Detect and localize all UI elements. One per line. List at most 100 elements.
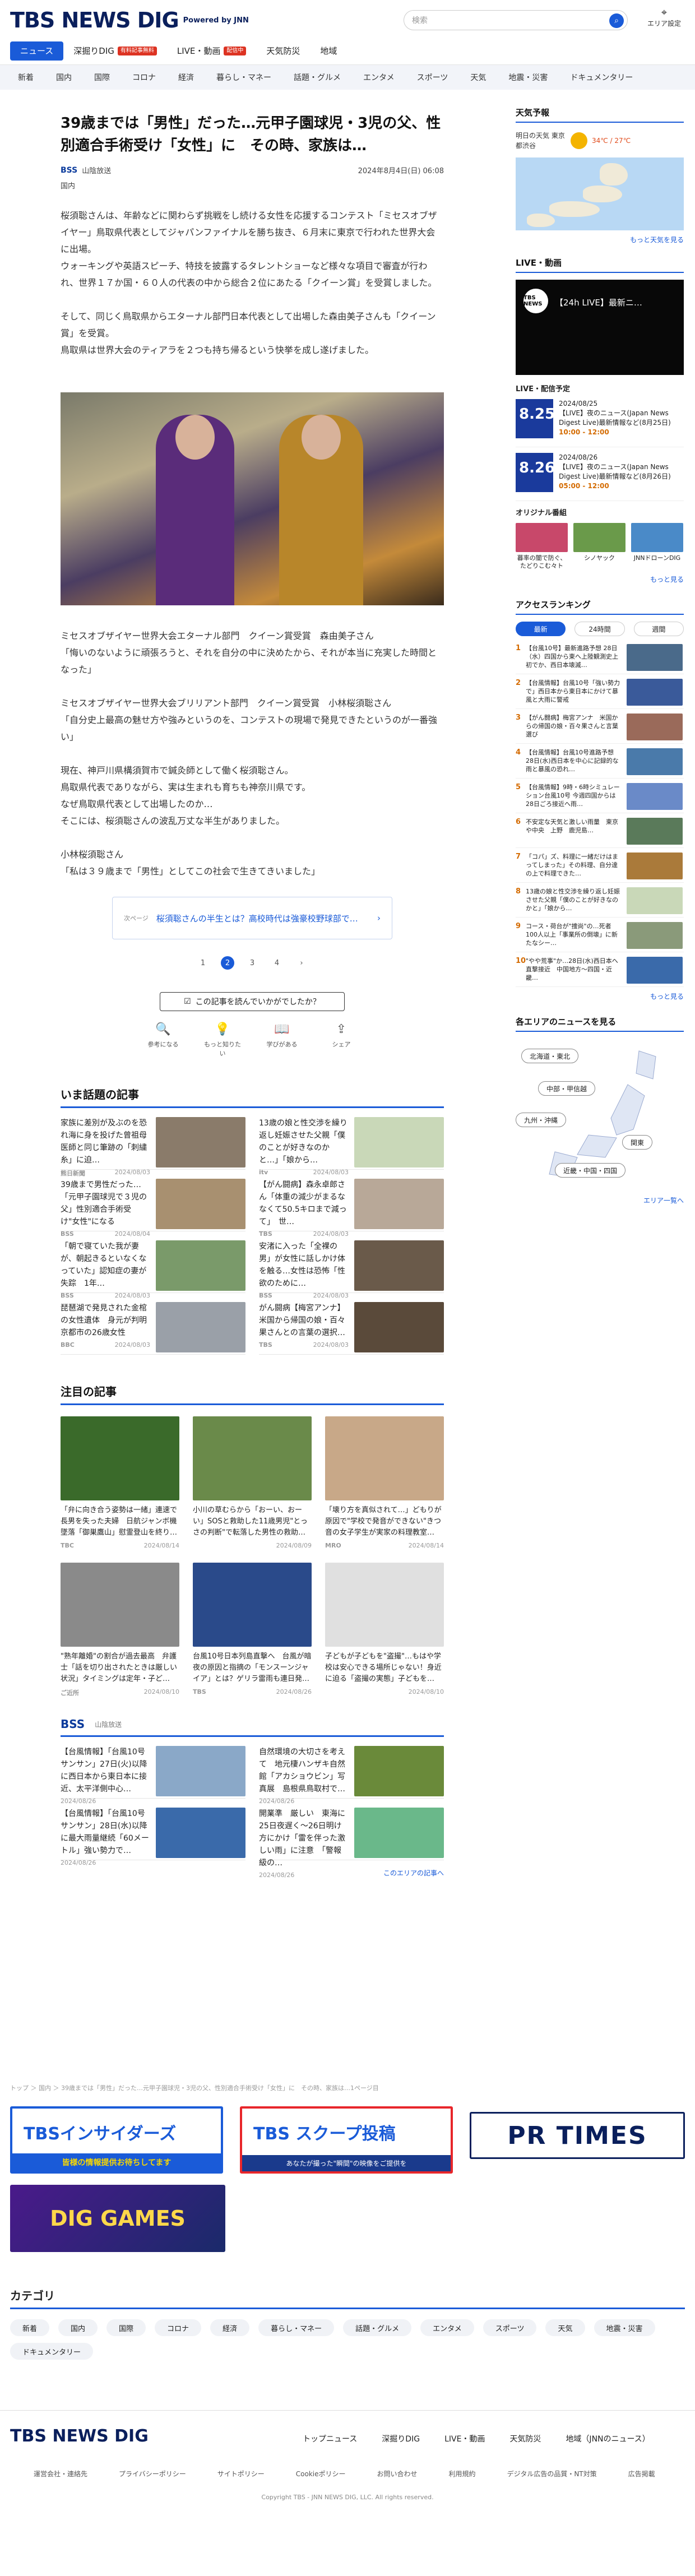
category-chip-10[interactable]: 地震・災害 <box>594 2319 655 2336</box>
footer-link-1[interactable]: 深掘りDIG <box>382 2433 420 2444</box>
ranking-tab-2[interactable]: 週間 <box>633 622 684 636</box>
feedback-button-1[interactable]: 💡 もっと知りたい <box>203 1022 242 1058</box>
bss-card[interactable]: 開業準 厳しい 東海に25日夜遅く～26日明け方にかけ「雷を伴った激しい雨」に注… <box>259 1799 444 1879</box>
ranking-item[interactable]: 8 13歳の娘と性交渉を繰り返し妊娠させた父親「僕のことが好きなのかと」「娘から… <box>516 883 684 918</box>
footer-sub-link-6[interactable]: デジタル広告の品質・NT対策 <box>507 2469 597 2478</box>
article-card[interactable]: 39歳まで男性だった…「元甲子園球児で３児の父」性別適合手術受け"女性"になる B… <box>61 1170 245 1238</box>
ranking-item[interactable]: 1 【台風10号】最新進路予想 28日（水）四国から東へ上陸観測史上初でか、西日本… <box>516 640 684 674</box>
area-button-2[interactable]: 九州・沖縄 <box>516 1113 567 1127</box>
category-link-5[interactable]: 暮らし・マネー <box>205 72 282 83</box>
area-setting-button[interactable]: ⌖ エリア設定 <box>645 7 684 28</box>
category-link-2[interactable]: 国際 <box>83 72 121 83</box>
footer-sub-link-0[interactable]: 運営会社・連絡先 <box>34 2469 87 2478</box>
tab-3[interactable]: 天気防災 <box>256 41 310 61</box>
featured-card[interactable]: "熟年離婚"の割合が過去最高 弁護士「話を切り出されたときは厳しい状況」タイミン… <box>61 1563 179 1697</box>
schedule-item[interactable]: 8.26 2024/08/26 【LIVE】夜のニュース(Japan News Di… <box>516 453 684 501</box>
area-button-4[interactable]: 近畿・中国・四国 <box>555 1163 626 1178</box>
article-card[interactable]: 家族に差別が及ぶのを恐れ海に身を投げた曾祖母 医師と同じ筆跡の「刺繍糸」に迫… 熊… <box>61 1108 245 1177</box>
tab-2[interactable]: LIVE・動画 配信中 <box>167 41 257 61</box>
weather-map[interactable] <box>516 157 684 230</box>
ranking-item[interactable]: 5 【台風情報】9時・6時シミュレーション台風10号 今週四国からは28日ごろ接近… <box>516 779 684 813</box>
footer-sub-link-1[interactable]: プライバシーポリシー <box>119 2469 186 2478</box>
featured-card[interactable]: 台風10号日本列島直撃へ 台風が暗夜の原因と指摘の「モンスーンジャイア」とは？ゲ… <box>193 1563 312 1697</box>
category-chip-2[interactable]: 国際 <box>106 2319 146 2336</box>
original-item[interactable]: シノヤック <box>573 523 625 570</box>
tab-4[interactable]: 地域 <box>310 41 347 61</box>
footer-sub-link-7[interactable]: 広告掲載 <box>628 2469 655 2478</box>
bss-more-link[interactable]: このエリアの記事へ <box>61 1868 444 1878</box>
site-logo[interactable]: TBS NEWS DIG Powered by JNN <box>10 8 249 33</box>
area-button-1[interactable]: 中部・甲信越 <box>538 1081 596 1096</box>
original-more-link[interactable]: もっと見る <box>516 574 684 584</box>
article-card[interactable]: 13歳の娘と性交渉を繰り返し妊娠させた父親「僕のことが好きなのかと…」「娘から…… <box>259 1108 444 1176</box>
featured-card[interactable]: 「弁に向き合う姿勢は一緒」連速で長男を失った夫婦 日航ジャンボ機墜落「御巣鷹山」… <box>61 1416 179 1549</box>
ranking-tab-1[interactable]: 24時間 <box>574 622 625 636</box>
article-card[interactable]: 【がん闘病】森永卓郎さん「体重の減少がまるななくて50.5キロまで減って」 世…… <box>259 1170 444 1238</box>
search-icon[interactable]: ⌕ <box>609 13 624 28</box>
footer-sub-link-2[interactable]: サイトポリシー <box>217 2469 265 2478</box>
feedback-button-0[interactable]: 🔍 参考になる <box>143 1022 183 1058</box>
footer-sub-link-4[interactable]: お問い合わせ <box>377 2469 418 2478</box>
category-link-0[interactable]: 新着 <box>7 72 45 83</box>
insiders-banner[interactable]: TBSインサイダーズ 皆様の情報提供お待ちしてます <box>10 2106 223 2174</box>
category-chip-5[interactable]: 暮らし・マネー <box>258 2319 335 2336</box>
ranking-more-link[interactable]: もっと見る <box>516 992 684 1001</box>
category-link-4[interactable]: 経済 <box>167 72 205 83</box>
original-item[interactable]: 暮率の闇で防ぐ、たどりこむ々ト <box>516 523 568 570</box>
article-genre[interactable]: 国内 <box>61 180 444 191</box>
prtimes-banner[interactable]: PR TIMES <box>470 2112 685 2159</box>
category-chip-3[interactable]: コロナ <box>155 2319 202 2336</box>
source-name[interactable]: 山陰放送 <box>82 165 111 175</box>
ranking-tab-0[interactable]: 最新 <box>516 622 566 636</box>
category-link-10[interactable]: 地震・災害 <box>497 72 559 83</box>
footer-logo[interactable]: TBS NEWS DIG <box>10 2426 149 2446</box>
page-1[interactable]: 1 <box>196 956 210 970</box>
ranking-item[interactable]: 9 コース・荷台が"捜尚"の…死者100人以上「事業所の倒壊」に新たなシー… <box>516 918 684 952</box>
feedback-button-3[interactable]: ⇪ シェア <box>322 1022 361 1058</box>
category-chip-7[interactable]: エンタメ <box>420 2319 474 2336</box>
article-card[interactable]: 安渚に入った「全裸の男」が女性に話しかけ体を触る…女性は恐怖「性欲のために… BS… <box>259 1231 444 1299</box>
weather-summary[interactable]: 明日の天気 東京都渋谷 34℃ / 27℃ <box>516 131 684 151</box>
tab-0[interactable]: ニュース <box>10 41 64 61</box>
article-card[interactable]: がん闘病【梅宮アンナ】米国から帰国の娘・百々果さんとの言葉の選択… TBS 2024… <box>259 1293 444 1355</box>
featured-card[interactable]: 小川の草むらから「おーい、おーい」SOSと救助した11歳男児"とっさの判断"で転… <box>193 1416 312 1549</box>
category-link-6[interactable]: 話題・グルメ <box>282 72 352 83</box>
article-card[interactable]: 「朝で寝ていた我が妻が、朝起きるといなくなっていた」認知症の妻が失踪 1年… BS… <box>61 1231 245 1299</box>
page-4[interactable]: 4 <box>270 956 284 970</box>
bss-card[interactable]: 【台風情報】「台風10号 サンサン」27日(火)以降に西日本から東日本に接近、太… <box>61 1737 245 1805</box>
footer-link-0[interactable]: トップニュース <box>303 2433 357 2444</box>
footer-sub-link-3[interactable]: Cookieポリシー <box>296 2469 346 2478</box>
featured-card[interactable]: 子どもが子どもを"盗撮"…もはや学校は安心できる場所じゃない！身近に迫る「盗撮の… <box>325 1563 444 1697</box>
ranking-item[interactable]: 6 不安定な天気と激しい雨量 東京や中央 上野 鹿児島… <box>516 813 684 848</box>
category-chip-6[interactable]: 話題・グルメ <box>343 2319 412 2336</box>
dig-games-banner[interactable]: DIG GAMES <box>10 2185 225 2252</box>
footer-link-2[interactable]: LIVE・動画 <box>444 2433 485 2444</box>
chevron-right-icon[interactable]: › <box>295 956 308 970</box>
area-button-0[interactable]: 北海道・東北 <box>521 1049 579 1063</box>
category-link-3[interactable]: コロナ <box>121 72 167 83</box>
ranking-item[interactable]: 2 【台風情報】台風10号「強い勢力で」西日本から東日本にかけて暴風と大雨に警戒 <box>516 674 684 709</box>
area-more-link[interactable]: エリア一覧へ <box>516 1196 684 1205</box>
ranking-item[interactable]: 7 「コパ」ズ、料理に一緒だけはまってしまった」その料理、自分達の上で料理できた… <box>516 848 684 883</box>
category-chip-0[interactable]: 新着 <box>10 2319 50 2336</box>
original-item[interactable]: JNNドローンDIG <box>631 523 683 570</box>
page-3[interactable]: 3 <box>245 956 259 970</box>
weather-more-link[interactable]: もっと天気を見る <box>516 235 684 244</box>
bss-card[interactable]: 自然環境の大切さを考えて 地元棲ハンザキ自然館「アカショウビン」写真展 島根県鳥… <box>259 1737 444 1805</box>
category-chip-11[interactable]: ドキュメンタリー <box>10 2343 94 2360</box>
category-link-9[interactable]: 天気 <box>459 72 497 83</box>
schedule-item[interactable]: 8.25 2024/08/25 【LIVE】夜のニュース(Japan News Di… <box>516 399 684 447</box>
bss-logo[interactable]: BSS <box>61 1717 85 1731</box>
category-link-8[interactable]: スポーツ <box>406 72 460 83</box>
category-link-7[interactable]: エンタメ <box>352 72 406 83</box>
ranking-item[interactable]: 3 【がん闘病】梅宮アンナ 米国からの帰国の娘・百々果さんと言葉選び <box>516 709 684 744</box>
live-player[interactable]: TBS NEWS 【24h LIVE】最新ニ… <box>516 280 684 375</box>
category-link-11[interactable]: ドキュメンタリー <box>559 72 644 83</box>
featured-card[interactable]: 「壊り方を真似されて…」どもりが原因で"学校で発音ができない"きつ音の女子学生が… <box>325 1416 444 1549</box>
tab-1[interactable]: 深掘りDIG 有料記事無料 <box>63 41 167 61</box>
ranking-item[interactable]: 10 "やや荒事"か…28日(水)西日本へ直撃接近 中国地方～四国・近畿… <box>516 952 684 987</box>
footer-sub-link-5[interactable]: 利用規約 <box>449 2469 476 2478</box>
category-chip-4[interactable]: 経済 <box>210 2319 250 2336</box>
category-chip-1[interactable]: 国内 <box>58 2319 98 2336</box>
footer-link-3[interactable]: 天気防災 <box>509 2433 541 2444</box>
